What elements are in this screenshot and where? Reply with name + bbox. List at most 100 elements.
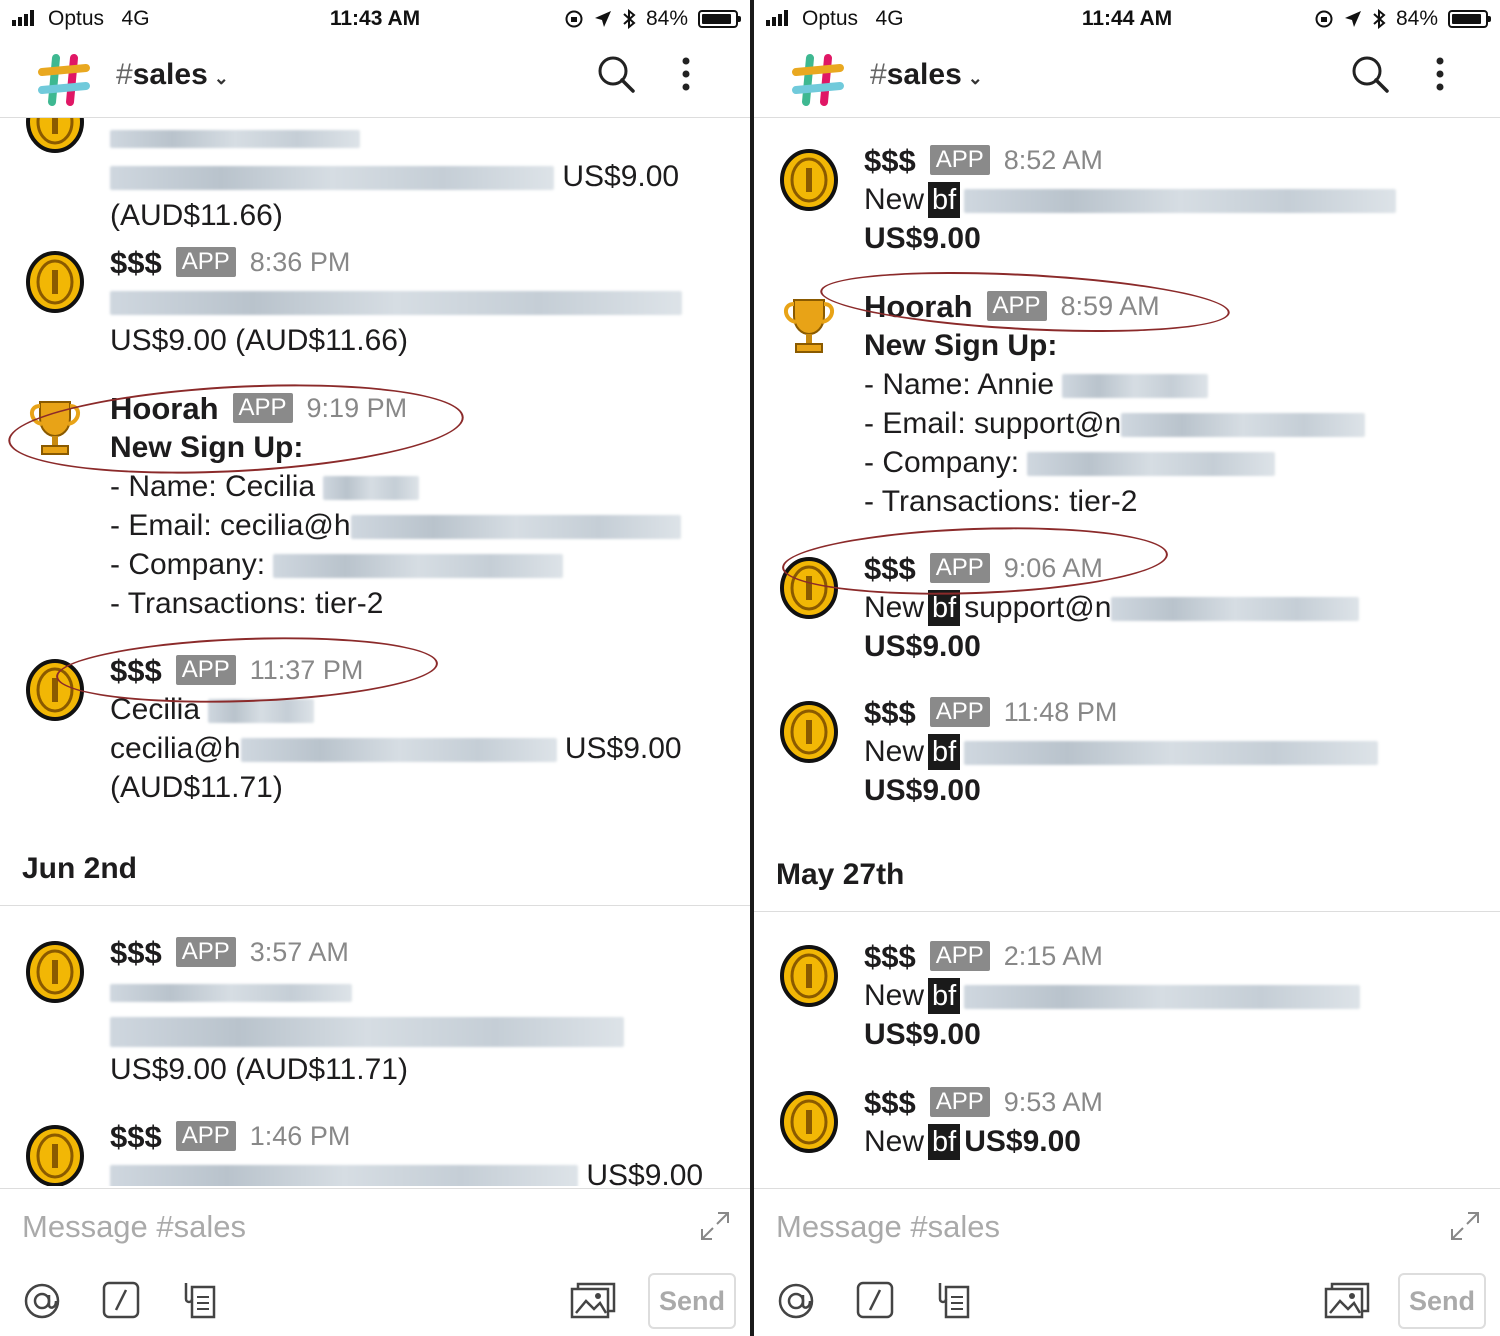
message-line: cecilia@h [110,732,241,765]
expand-icon[interactable] [1448,1209,1482,1243]
sender-name[interactable]: $$$ [110,651,162,690]
more-vertical-icon[interactable] [1430,54,1450,94]
bf-label: bf [928,182,961,218]
send-button[interactable]: Send [1398,1273,1486,1329]
channel-title[interactable]: #sales ⌄ [870,58,983,92]
chevron-down-icon[interactable]: ⌄ [214,68,229,88]
channel-header: #sales ⌄ [0,40,750,118]
app-badge: APP [175,655,236,685]
redacted-text [1121,413,1366,438]
battery-percent: 84% [1395,7,1438,30]
redacted-text [1062,374,1209,399]
app-badge: APP [175,937,236,967]
battery-icon [698,10,741,28]
orientation-lock-icon [565,10,583,28]
timestamp[interactable]: 9:53 AM [1004,1083,1103,1122]
channel-title[interactable]: #sales ⌄ [116,58,229,92]
timestamp[interactable]: 9:19 PM [307,389,408,428]
amount: US$9.00 [586,1159,704,1186]
sender-name[interactable]: Hoorah [864,287,973,326]
coin-icon [26,251,84,313]
redacted-text [1027,452,1276,477]
photo-icon[interactable] [570,1281,616,1321]
coin-icon [780,945,838,1007]
amount: US$9.00 [562,160,680,193]
location-icon [594,11,611,27]
timestamp[interactable]: 1:46 PM [250,1117,351,1156]
timestamp[interactable]: 11:37 PM [250,651,364,690]
coin-icon [26,1125,84,1186]
coin-icon [26,118,84,153]
more-vertical-icon[interactable] [676,54,696,94]
trophy-icon [784,299,834,353]
app-badge: APP [175,247,236,277]
timestamp[interactable]: 11:48 PM [1004,693,1118,732]
slack-logo-icon[interactable] [36,52,92,108]
search-icon[interactable] [1350,54,1390,94]
mention-icon[interactable] [776,1281,816,1321]
bf-label: bf [928,1124,961,1160]
sender-name[interactable]: $$$ [864,549,916,588]
slash-command-icon[interactable] [856,1281,894,1319]
timestamp[interactable]: 8:36 PM [250,243,351,282]
app-badge: APP [929,1087,990,1117]
search-icon[interactable] [596,54,636,94]
snippet-icon[interactable] [182,1281,218,1321]
sender-name[interactable]: $$$ [864,141,916,180]
coin-icon [26,941,84,1003]
chevron-down-icon[interactable]: ⌄ [968,68,983,88]
message-input[interactable]: Message #sales [776,1209,1000,1245]
timestamp[interactable]: 3:57 AM [250,933,349,972]
message-line: New [864,183,925,216]
timestamp[interactable]: 2:15 AM [1004,937,1103,976]
slack-logo-icon[interactable] [790,52,846,108]
trophy-icon [30,401,80,455]
message-feed[interactable]: $$$ APP 8:52 AM New bf US$9.00 Hoorah APP 8:5… [754,118,1500,1186]
message-line: - Name: Cecilia [110,470,316,503]
snippet-icon[interactable] [936,1281,972,1321]
message-line: New [864,735,925,768]
bluetooth-icon [623,9,636,29]
message-line: - Company: [110,548,266,581]
coin-icon [780,701,838,763]
redacted-text [273,554,564,579]
bf-label: bf [928,590,961,626]
message-line: - Transactions: tier-2 [110,587,384,620]
sender-name[interactable]: $$$ [110,1117,162,1156]
message-line: - Company: [864,446,1020,479]
timestamp[interactable]: 9:06 AM [1004,549,1103,588]
app-badge: APP [929,697,990,727]
redacted-text [350,515,681,540]
channel-header: #sales ⌄ [754,40,1500,118]
amount: US$9.00 [864,774,981,807]
message-input[interactable]: Message #sales [22,1209,246,1245]
mention-icon[interactable] [22,1281,62,1321]
sender-name[interactable]: $$$ [110,243,162,282]
app-badge: APP [929,553,990,583]
bf-label: bf [928,978,961,1014]
sender-name[interactable]: $$$ [110,933,162,972]
timestamp[interactable]: 8:52 AM [1004,141,1103,180]
slash-command-icon[interactable] [102,1281,140,1319]
timestamp[interactable]: 8:59 AM [1061,287,1160,326]
sender-name[interactable]: $$$ [864,1083,916,1122]
message-line: support@n [964,591,1112,624]
photo-icon[interactable] [1324,1281,1370,1321]
redacted-text [323,476,420,501]
send-button[interactable]: Send [648,1273,736,1329]
sender-name[interactable]: $$$ [864,937,916,976]
app-badge: APP [929,145,990,175]
message-feed[interactable]: US$9.00 (AUD$11.66) $$$ APP 8:36 PM US$9.0… [0,118,750,1186]
status-bar: Optus 4G 11:43 AM 84% [0,0,750,40]
message-composer: Message #sales Send [754,1188,1500,1336]
message-line: - Email: support@n [864,407,1122,440]
redacted-text [110,166,554,191]
redacted-text [964,985,1361,1010]
amount: US$9.00 [864,222,981,255]
app-badge: APP [232,393,293,423]
message-line: New [864,979,925,1012]
expand-icon[interactable] [698,1209,732,1243]
sender-name[interactable]: Hoorah [110,389,219,428]
sender-name[interactable]: $$$ [864,693,916,732]
app-badge: APP [986,291,1047,321]
